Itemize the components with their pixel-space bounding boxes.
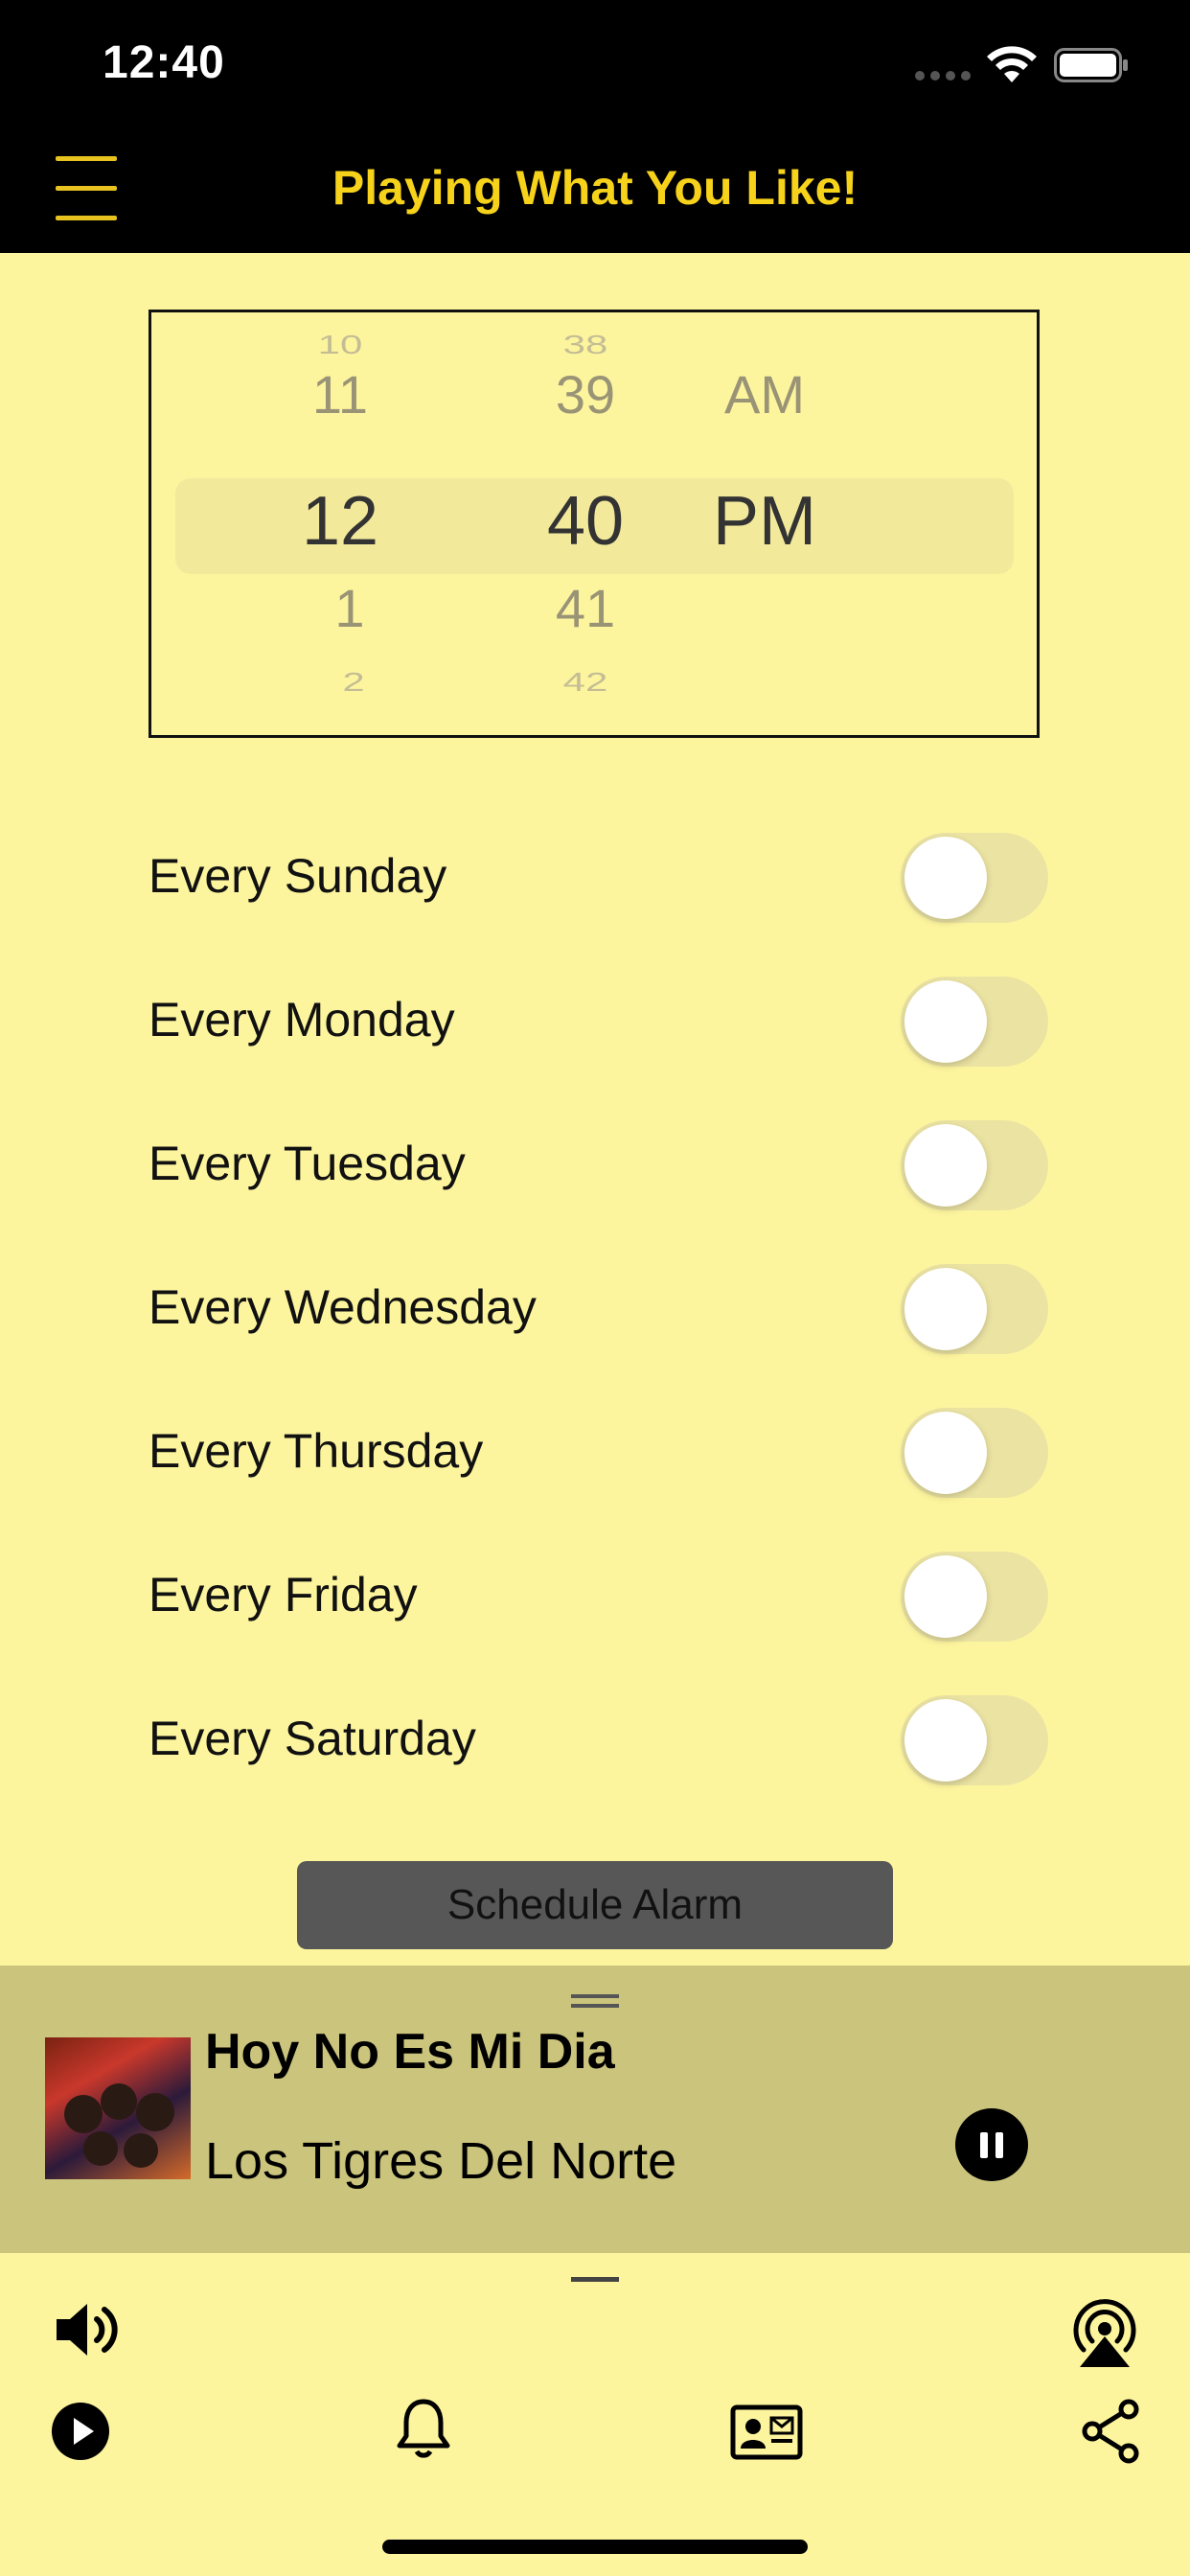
picker-hour-option[interactable]: 11	[244, 363, 436, 426]
nav-bar: Playing What You Like!	[0, 129, 1190, 253]
day-row-thursday: Every Thursday	[149, 1396, 1049, 1498]
picker-hour-option[interactable]: 1	[254, 577, 446, 639]
day-row-friday: Every Friday	[149, 1540, 1049, 1642]
picker-minute-option[interactable]: 38	[490, 330, 681, 359]
toggle-knob	[904, 837, 987, 919]
sunday-toggle[interactable]	[901, 833, 1048, 923]
toggle-knob	[904, 1555, 987, 1638]
drawer-handle-icon[interactable]	[571, 2277, 619, 2282]
time-picker[interactable]: 10 11 12 1 2 38 39 40 41 42 AM PM	[149, 310, 1040, 738]
airplay-icon[interactable]	[1066, 2294, 1143, 2367]
picker-minute-selected[interactable]: 40	[490, 482, 681, 561]
contact-card-icon[interactable]	[730, 2404, 803, 2460]
home-indicator[interactable]	[382, 2540, 808, 2554]
album-art	[45, 2037, 191, 2179]
friday-toggle[interactable]	[901, 1552, 1048, 1642]
thursday-toggle[interactable]	[901, 1408, 1048, 1498]
day-label: Every Wednesday	[149, 1280, 537, 1334]
cellular-signal-icon	[915, 71, 973, 80]
song-artist: Los Tigres Del Norte	[205, 2132, 677, 2190]
toggle-knob	[904, 1268, 987, 1350]
toggle-knob	[904, 980, 987, 1063]
toggle-knob	[904, 1124, 987, 1207]
picker-period-option[interactable]: AM	[669, 363, 860, 426]
day-label: Every Sunday	[149, 849, 447, 903]
picker-hour-selected[interactable]: 12	[244, 482, 436, 561]
picker-hour-option[interactable]: 2	[258, 667, 449, 697]
bell-icon[interactable]	[397, 2398, 450, 2461]
wifi-icon	[987, 46, 1037, 82]
day-row-monday: Every Monday	[149, 965, 1049, 1067]
picker-minute-option[interactable]: 41	[490, 577, 681, 639]
day-label: Every Tuesday	[149, 1137, 466, 1190]
drag-handle-icon[interactable]	[571, 1994, 619, 2010]
page-title: Playing What You Like!	[332, 161, 858, 215]
saturday-toggle[interactable]	[901, 1695, 1048, 1785]
toggle-knob	[904, 1412, 987, 1494]
day-label: Every Monday	[149, 993, 455, 1046]
picker-minute-option[interactable]: 39	[490, 363, 681, 426]
tuesday-toggle[interactable]	[901, 1120, 1048, 1210]
song-title: Hoy No Es Mi Dia	[205, 2024, 615, 2080]
play-icon[interactable]	[51, 2402, 110, 2461]
share-icon[interactable]	[1081, 2399, 1140, 2464]
status-bar: 12:40	[0, 0, 1190, 129]
schedule-alarm-button[interactable]: Schedule Alarm	[297, 1861, 893, 1949]
day-label: Every Thursday	[149, 1424, 484, 1478]
battery-icon	[1054, 48, 1128, 82]
day-row-sunday: Every Sunday	[149, 821, 1049, 923]
now-playing-bar[interactable]: Hoy No Es Mi Dia Los Tigres Del Norte	[0, 1966, 1190, 2253]
day-row-saturday: Every Saturday	[149, 1684, 1049, 1785]
day-label: Every Friday	[149, 1568, 418, 1622]
toggle-knob	[904, 1699, 987, 1782]
day-row-tuesday: Every Tuesday	[149, 1109, 1049, 1210]
monday-toggle[interactable]	[901, 977, 1048, 1067]
status-time: 12:40	[103, 37, 225, 88]
day-label: Every Saturday	[149, 1712, 476, 1765]
day-row-wednesday: Every Wednesday	[149, 1253, 1049, 1354]
picker-hour-option[interactable]: 10	[244, 330, 436, 359]
volume-icon[interactable]	[53, 2296, 126, 2363]
pause-button[interactable]	[955, 2108, 1028, 2181]
picker-period-selected[interactable]: PM	[669, 482, 860, 561]
wednesday-toggle[interactable]	[901, 1264, 1048, 1354]
picker-minute-option[interactable]: 42	[490, 667, 681, 697]
